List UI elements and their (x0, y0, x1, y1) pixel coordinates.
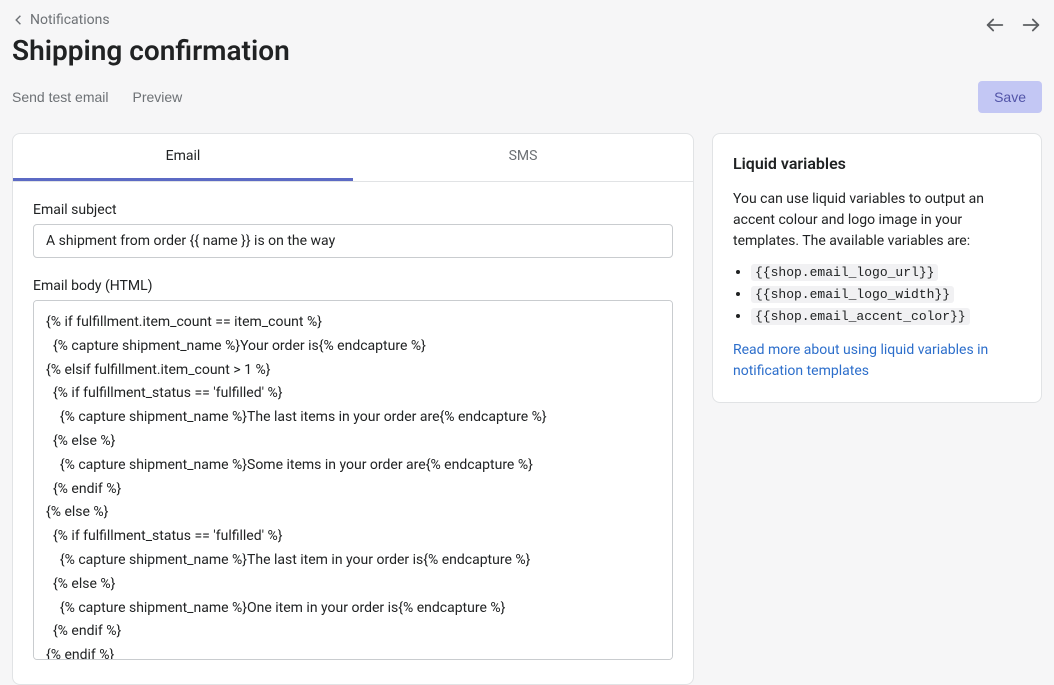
breadcrumb-label: Notifications (30, 12, 110, 28)
save-button[interactable]: Save (978, 81, 1042, 113)
liquid-variable: {{shop.email_logo_width}} (751, 286, 954, 303)
liquid-variable-list: {{shop.email_logo_url}} {{shop.email_log… (733, 264, 1021, 324)
read-more-link[interactable]: Read more about using liquid variables i… (733, 342, 988, 379)
list-item: {{shop.email_accent_color}} (751, 308, 1021, 324)
email-body-editor[interactable] (33, 300, 673, 660)
tab-email[interactable]: Email (13, 134, 353, 181)
sidebar-title: Liquid variables (733, 154, 1021, 173)
arrow-right-icon (1020, 14, 1042, 36)
sidebar-text: You can use liquid variables to output a… (733, 189, 1021, 252)
liquid-variable: {{shop.email_logo_url}} (751, 264, 938, 281)
liquid-variables-card: Liquid variables You can use liquid vari… (712, 133, 1042, 403)
email-body-label: Email body (HTML) (33, 278, 673, 294)
editor-card: Email SMS Email subject Email body (HTML… (12, 133, 694, 685)
page-title: Shipping confirmation (12, 34, 984, 67)
list-item: {{shop.email_logo_url}} (751, 264, 1021, 280)
list-item: {{shop.email_logo_width}} (751, 286, 1021, 302)
preview-button[interactable]: Preview (133, 89, 183, 105)
liquid-variable: {{shop.email_accent_color}} (751, 308, 970, 325)
send-test-email-button[interactable]: Send test email (12, 89, 109, 105)
prev-button[interactable] (984, 14, 1006, 36)
chevron-left-icon (12, 13, 26, 27)
email-subject-input[interactable] (33, 224, 673, 258)
next-button[interactable] (1020, 14, 1042, 36)
arrow-left-icon (984, 14, 1006, 36)
breadcrumb[interactable]: Notifications (12, 12, 110, 28)
email-subject-label: Email subject (33, 202, 673, 218)
tab-sms[interactable]: SMS (353, 134, 693, 181)
